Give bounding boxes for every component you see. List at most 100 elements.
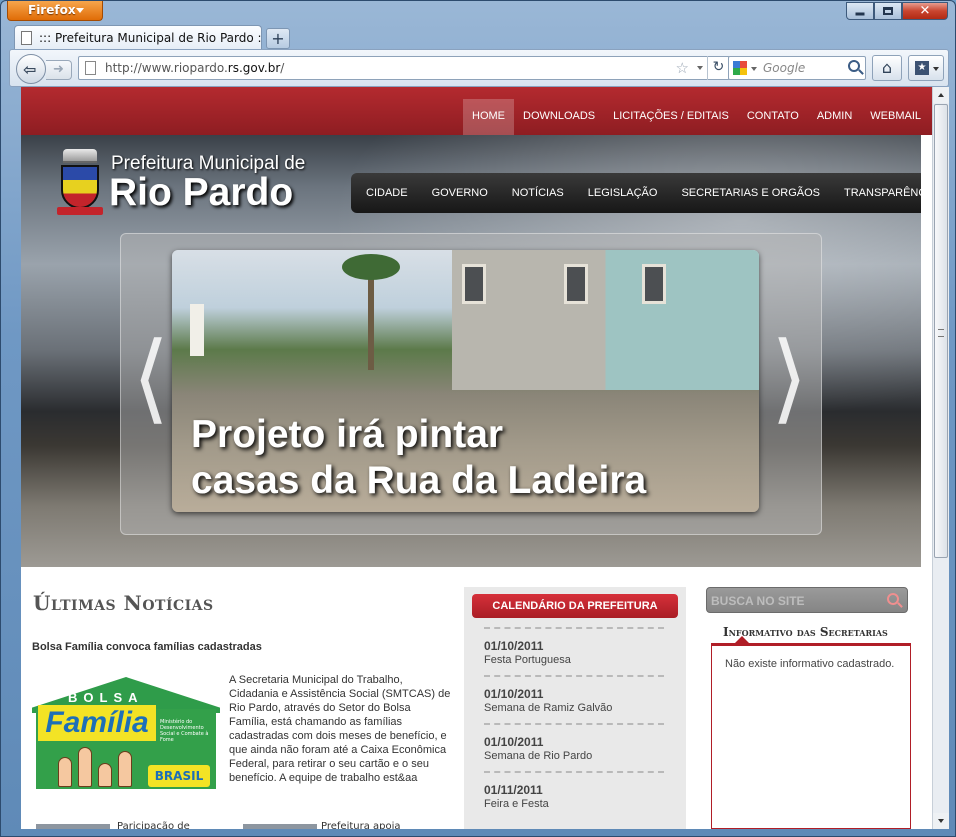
search-icon[interactable] (848, 60, 860, 72)
back-forward-group: ⇦ ➜ (16, 54, 78, 84)
slide-house-shape (452, 250, 759, 390)
google-icon[interactable] (733, 61, 747, 75)
main-content: Últimas Notícias Bolsa Família convoca f… (21, 567, 921, 829)
page-icon (85, 61, 96, 75)
calendar-event: Semana de Rio Pardo (484, 750, 593, 762)
slide-window-shape (462, 264, 486, 304)
bf-word-familia: Família (38, 705, 156, 741)
news-headline[interactable]: Bolsa Família convoca famílias cadastrad… (32, 641, 262, 653)
slide-image[interactable]: Projeto irá pintar casas da Rua da Ladei… (172, 250, 759, 512)
site-search-input[interactable]: BUSCA NO SITE (706, 587, 908, 613)
info-box: Não existe informativo cadastrado. (711, 636, 911, 829)
tab-title: ::: Prefeitura Municipal de Rio Pardo ::… (39, 31, 262, 45)
calendar-title-button[interactable]: CALENDÁRIO DA PREFEITURA (472, 594, 678, 618)
top-nav-webmail[interactable]: WEBMAIL (861, 99, 930, 135)
nav-transparencia[interactable]: TRANSPARÊNCIA (832, 187, 932, 199)
site-search-placeholder: BUSCA NO SITE (711, 594, 805, 608)
calendar-item[interactable]: 01/10/2011 Festa Portuguesa (484, 627, 664, 675)
browser-window: Firefox ✕ ::: Prefeitura Municipal de Ri… (0, 0, 956, 837)
bf-ministry-text: Ministério do Desenvolvimento Social e C… (160, 719, 209, 743)
news-thumbnail[interactable] (36, 824, 110, 829)
plus-icon: + (271, 29, 285, 48)
navigation-toolbar: ⇦ ➜ http://www.riopardo.rs.gov.br/ ☆ ↻ G… (9, 49, 949, 87)
back-button[interactable]: ⇦ (16, 54, 46, 84)
calendar-event: Feira e Festa (484, 798, 549, 810)
maximize-icon (883, 7, 893, 15)
bookmarks-button[interactable]: ★ (908, 55, 944, 81)
maximize-button[interactable] (874, 2, 902, 20)
reload-button[interactable]: ↻ (707, 56, 729, 80)
nav-cidade[interactable]: CIDADE (351, 187, 420, 199)
bolsa-familia-image[interactable]: BOLSA Família Ministério do Desenvolvime… (32, 677, 220, 793)
arrow-right-icon: ➜ (53, 62, 64, 77)
page-viewport: HOME DOWNLOADS LICITAÇÕES / EDITAIS CONT… (21, 87, 932, 829)
nav-noticias[interactable]: NOTÍCIAS (500, 187, 576, 199)
notch-shape (734, 636, 750, 644)
slide-palm-tree-shape (342, 254, 400, 370)
window-controls: ✕ (846, 2, 948, 20)
chevron-down-icon (76, 8, 84, 13)
calendar-item[interactable]: 01/10/2011 Semana de Rio Pardo (484, 723, 664, 771)
slider-next-button[interactable]: ❭ (766, 323, 811, 424)
slide-caption[interactable]: Projeto irá pintar casas da Rua da Ladei… (191, 412, 646, 504)
nav-secretarias[interactable]: SECRETARIAS E ORGÃOS (669, 187, 832, 199)
top-nav-licitacoes[interactable]: LICITAÇÕES / EDITAIS (604, 99, 738, 135)
news-next-headline[interactable]: Paricipação de (117, 821, 190, 829)
main-navigation: CIDADE GOVERNO NOTÍCIAS LEGISLAÇÃO SECRE… (351, 173, 932, 213)
arrow-left-icon: ⇦ (23, 60, 37, 79)
slide-church-tower-shape (190, 304, 204, 356)
slider-prev-button[interactable]: ❬ (129, 323, 174, 424)
calendar-item[interactable]: 01/11/2011 Feira e Festa (484, 771, 664, 819)
calendar-date: 01/10/2011 (484, 687, 544, 701)
calendar-date: 01/11/2011 (484, 783, 543, 797)
address-bar[interactable]: http://www.riopardo.rs.gov.br/ ☆ ↻ (78, 56, 730, 80)
coat-of-arms-icon[interactable] (57, 149, 103, 215)
reload-icon: ↻ (712, 59, 725, 75)
news-section-title: Últimas Notícias (33, 591, 214, 615)
news-thumbnail[interactable] (243, 824, 317, 829)
nav-legislacao[interactable]: LEGISLAÇÃO (576, 187, 670, 199)
new-tab-button[interactable]: + (266, 28, 290, 49)
scroll-down-button[interactable] (933, 813, 949, 829)
browser-tab-active[interactable]: ::: Prefeitura Municipal de Rio Pardo ::… (14, 25, 262, 50)
page-icon (21, 31, 32, 45)
chevron-down-icon (933, 67, 939, 71)
calendar-event: Festa Portuguesa (484, 654, 571, 666)
crown-shape (63, 149, 97, 163)
calendar-panel: CALENDÁRIO DA PREFEITURA 01/10/2011 Fest… (464, 587, 686, 829)
search-icon[interactable] (887, 593, 899, 605)
engine-dropdown-icon[interactable] (751, 67, 757, 71)
firefox-menu-button[interactable]: Firefox (7, 1, 103, 21)
close-window-button[interactable]: ✕ (902, 2, 948, 20)
bookmark-star-icon[interactable]: ☆ (676, 59, 689, 77)
slide-window-shape (642, 264, 666, 304)
url-text[interactable]: http://www.riopardo.rs.gov.br/ (105, 61, 284, 75)
bf-word-bolsa: BOLSA (68, 690, 144, 705)
minimize-button[interactable] (846, 2, 874, 20)
scroll-thumb[interactable] (934, 104, 948, 558)
top-nav-contato[interactable]: CONTATO (738, 99, 808, 135)
url-suffix: / (280, 61, 285, 75)
calendar-event: Semana de Ramiz Galvão (484, 702, 613, 714)
nav-governo[interactable]: GOVERNO (420, 187, 500, 199)
calendar-item[interactable]: 01/10/2011 Semana de Ramiz Galvão (484, 675, 664, 723)
forward-button[interactable]: ➜ (46, 60, 72, 80)
search-bar[interactable]: Google (728, 56, 866, 80)
calendar-list: 01/10/2011 Festa Portuguesa 01/10/2011 S… (484, 627, 664, 819)
slide-window-shape (564, 264, 588, 304)
vertical-scrollbar[interactable] (932, 87, 949, 829)
top-nav-home[interactable]: HOME (463, 99, 514, 135)
bf-brasil-logo: BRASIL (148, 765, 210, 787)
search-placeholder: Google (763, 61, 806, 75)
news-next-headline[interactable]: Prefeitura apoia (321, 821, 401, 829)
scroll-up-button[interactable] (933, 87, 949, 103)
top-nav-admin[interactable]: ADMIN (808, 99, 861, 135)
right-sidebar: BUSCA NO SITE Informativo das Secretaria… (706, 587, 921, 829)
logo-line2[interactable]: Rio Pardo (109, 171, 293, 215)
news-body: A Secretaria Municipal do Trabalho, Cida… (229, 674, 451, 784)
calendar-date: 01/10/2011 (484, 735, 544, 749)
url-domain: rs.gov.br (227, 61, 281, 75)
top-nav-downloads[interactable]: DOWNLOADS (514, 99, 604, 135)
history-dropdown-icon[interactable] (697, 66, 703, 70)
home-button[interactable]: ⌂ (872, 55, 902, 81)
